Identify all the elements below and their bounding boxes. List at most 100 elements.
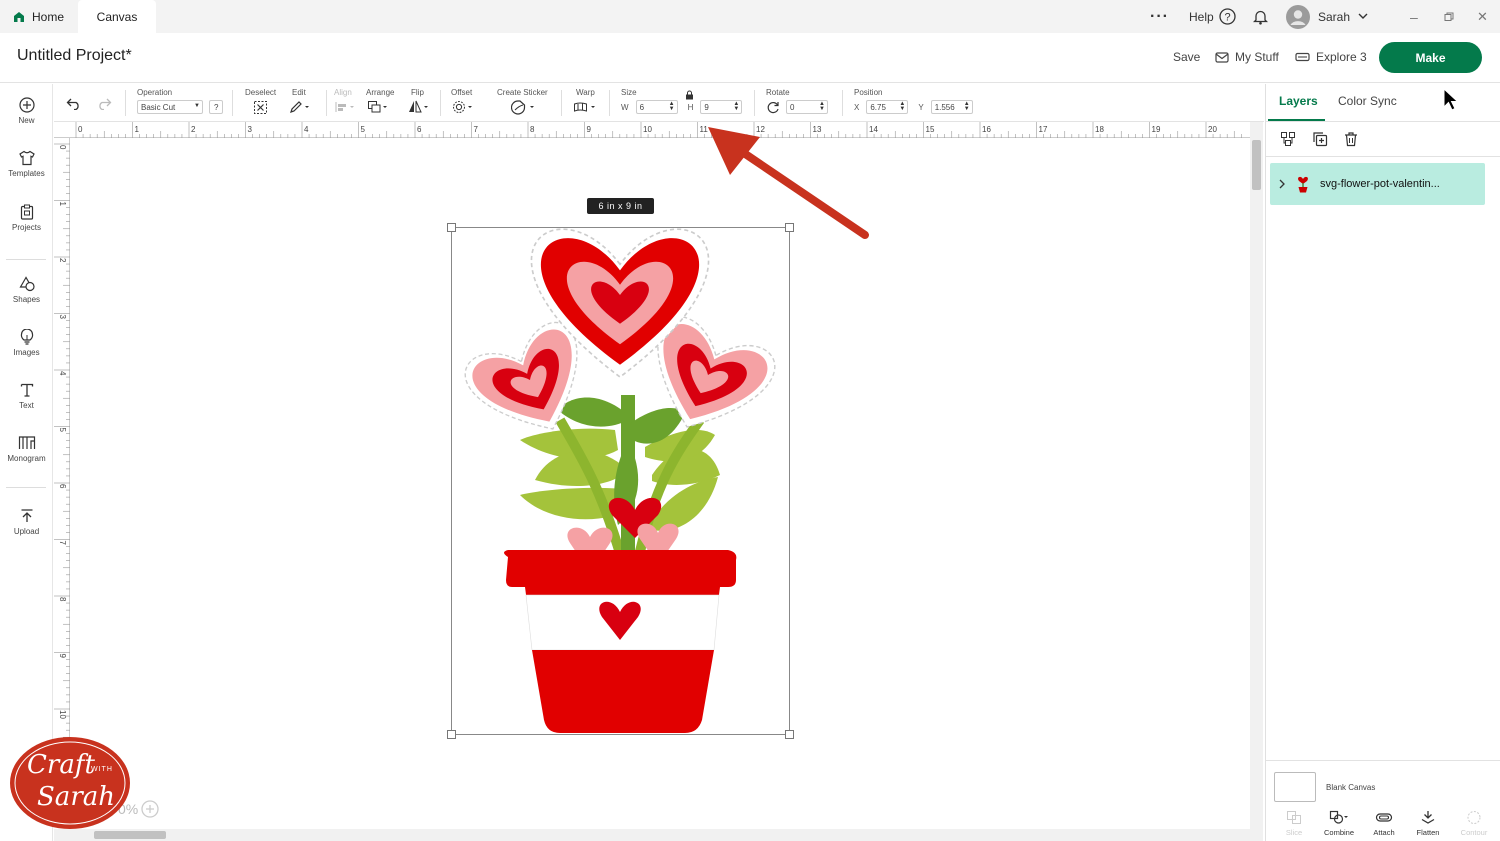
my-stuff-button[interactable]: My Stuff [1215, 50, 1279, 64]
restore-button[interactable] [1444, 0, 1454, 33]
tshirt-icon [18, 150, 35, 166]
nav-text-label: Text [19, 401, 34, 410]
project-title[interactable]: Untitled Project* [17, 47, 132, 65]
nav-upload-label: Upload [13, 527, 40, 536]
arrange-menu[interactable]: Arrange [366, 88, 400, 118]
bell-icon[interactable] [1253, 0, 1268, 33]
layer-item[interactable]: svg-flower-pot-valentin... [1270, 163, 1485, 205]
redo-icon[interactable] [96, 96, 112, 115]
x-input[interactable]: 6.75 ▲ ▼ [866, 100, 909, 114]
home-icon [14, 11, 24, 22]
nav-new[interactable]: New [0, 97, 53, 147]
resize-handle[interactable] [447, 730, 456, 739]
close-button[interactable]: ✕ [1477, 0, 1488, 33]
nav-templates-label: Templates [8, 169, 45, 178]
operation-select[interactable]: Basic Cut ▼ [137, 100, 203, 114]
tab-color-sync[interactable]: Color Sync [1338, 94, 1397, 108]
trash-icon[interactable] [1343, 131, 1359, 152]
craft-with-sarah-logo: Craft WITH Sarah [9, 736, 131, 830]
operation-help-button[interactable]: ? [209, 100, 223, 114]
toolbar-divider [842, 90, 843, 116]
deselect-button[interactable]: Deselect [245, 88, 281, 118]
nav-divider [6, 487, 46, 488]
chevron-right-icon[interactable] [1278, 179, 1286, 189]
undo-icon[interactable] [66, 96, 82, 115]
panel-divider [1266, 156, 1500, 157]
nav-monogram[interactable]: Monogram [0, 435, 53, 485]
lock-icon[interactable] [685, 90, 694, 100]
blank-canvas-label: Blank Canvas [1326, 782, 1376, 792]
user-menu[interactable]: Sarah [1286, 0, 1368, 33]
nav-shapes[interactable]: Shapes [0, 276, 53, 326]
minimize-button[interactable]: – [1410, 0, 1418, 33]
nav-projects[interactable]: Projects [0, 204, 53, 254]
resize-handle[interactable] [447, 223, 456, 232]
horizontal-scrollbar[interactable] [54, 829, 1250, 841]
combine-button[interactable]: Combine [1315, 810, 1363, 837]
y-input[interactable]: 1.556 ▲ ▼ [930, 100, 973, 114]
nav-upload[interactable]: Upload [0, 508, 53, 558]
ruler-label: 2 [191, 125, 196, 134]
ruler-label: 6 [58, 484, 67, 489]
nav-text[interactable]: Text [0, 382, 53, 432]
selection-box[interactable] [447, 223, 794, 739]
slice-button[interactable]: Slice [1270, 810, 1318, 837]
tab-layers[interactable]: Layers [1279, 94, 1318, 108]
operation-group: Operation Basic Cut ▼ ? [137, 88, 227, 118]
canvas-swatch[interactable] [1274, 772, 1316, 802]
tab-home[interactable]: Home [0, 0, 78, 33]
scroll-thumb[interactable] [94, 831, 166, 839]
shapes-icon [18, 276, 35, 292]
scroll-thumb[interactable] [1252, 140, 1261, 190]
width-value: 6 [639, 102, 645, 112]
machine-select[interactable]: Explore 3 [1295, 50, 1367, 64]
flip-menu[interactable]: Flip [408, 88, 432, 118]
text-icon [20, 383, 33, 397]
edit-menu[interactable]: Edit [289, 88, 319, 118]
stepper-icon: ▲ ▼ [668, 101, 675, 112]
nav-images[interactable]: Images [0, 329, 53, 379]
save-button[interactable]: Save [1173, 50, 1200, 64]
create-sticker-label: Create Sticker [497, 88, 548, 97]
tab-home-label: Home [32, 9, 65, 24]
ruler-label: 7 [58, 541, 67, 546]
deselect-label: Deselect [245, 88, 277, 97]
pencil-icon [289, 100, 311, 114]
height-input[interactable]: 9 ▲ ▼ [700, 100, 743, 114]
annotation-arrow-icon [708, 127, 869, 239]
rotate-input[interactable]: 0 ▲ ▼ [786, 100, 828, 114]
zoom-in-icon[interactable] [141, 800, 159, 818]
nav-shapes-label: Shapes [12, 295, 41, 304]
make-button[interactable]: Make [1379, 42, 1482, 73]
group-icon[interactable] [1280, 131, 1296, 152]
height-value: 9 [704, 102, 709, 112]
toolbar-divider [754, 90, 755, 116]
ruler-label: 7 [474, 125, 479, 134]
nav-templates[interactable]: Templates [0, 150, 53, 200]
flatten-button[interactable]: Flatten [1404, 810, 1452, 837]
ruler-label: 3 [248, 125, 253, 134]
help-button[interactable]: Help ? [1189, 0, 1236, 33]
width-input[interactable]: 6 ▲ ▼ [635, 100, 678, 114]
attach-button[interactable]: Attach [1360, 810, 1408, 837]
avatar [1286, 4, 1310, 29]
more-menu-icon[interactable]: ··· [1150, 0, 1169, 33]
align-label: Align [334, 88, 352, 97]
align-menu[interactable]: Align [334, 88, 358, 118]
offset-button[interactable]: Offset [451, 88, 479, 118]
resize-handle[interactable] [785, 730, 794, 739]
lightbulb-icon [20, 329, 33, 345]
contour-icon [1467, 811, 1481, 824]
toolbar-divider [609, 90, 610, 116]
tab-canvas[interactable]: Canvas [78, 0, 156, 33]
create-sticker-button[interactable]: Create Sticker [497, 88, 553, 118]
flatten-label: Flatten [1416, 828, 1440, 837]
warp-menu[interactable]: Warp [573, 88, 599, 118]
contour-button[interactable]: Contour [1450, 810, 1498, 837]
size-tooltip: 6 in x 9 in [587, 198, 654, 214]
vertical-scrollbar[interactable] [1250, 122, 1263, 841]
blank-canvas-item[interactable]: Blank Canvas [1270, 768, 1492, 806]
duplicate-icon[interactable] [1312, 131, 1328, 152]
flip-label: Flip [411, 88, 424, 97]
operation-label: Operation [137, 88, 173, 97]
